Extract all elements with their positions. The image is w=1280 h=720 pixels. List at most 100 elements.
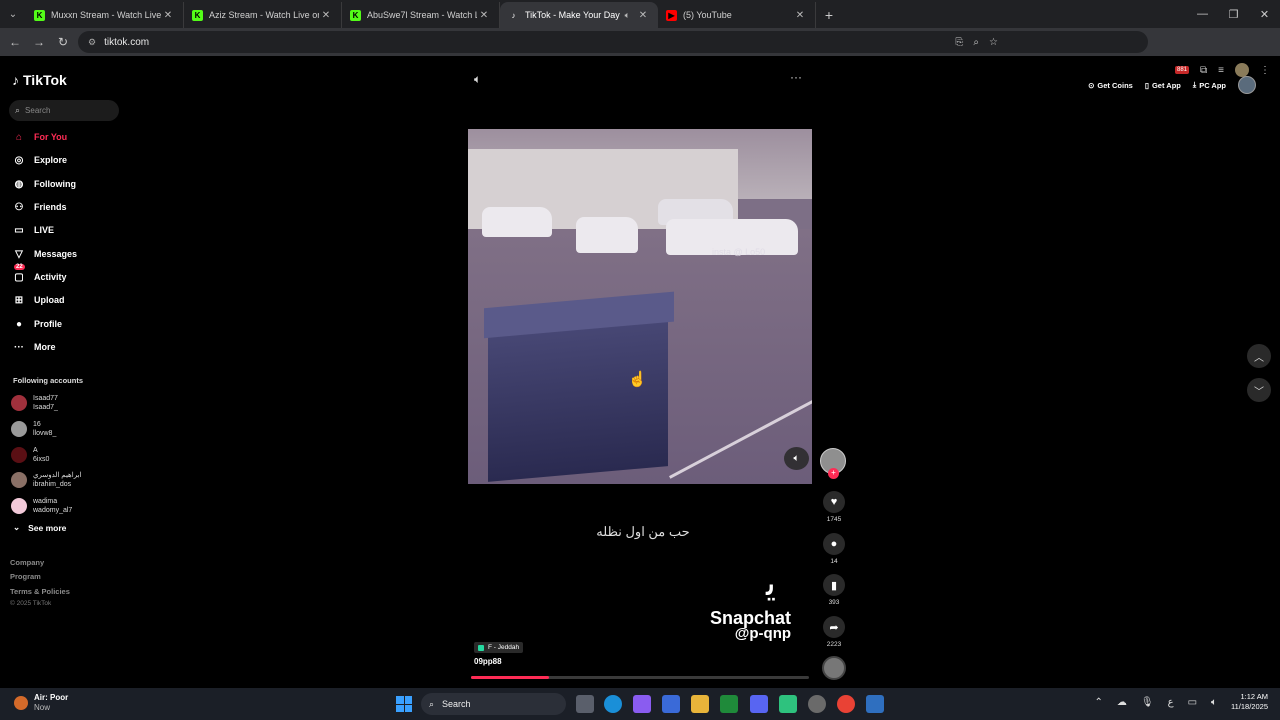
minimize-icon[interactable]: —	[1187, 0, 1218, 28]
close-tab-icon[interactable]: ✕	[793, 10, 807, 21]
footer-link[interactable]: Terms & Policies	[10, 587, 70, 596]
video-car	[482, 207, 552, 237]
copilot-icon[interactable]	[633, 695, 651, 713]
footer-link[interactable]: Program	[10, 572, 41, 581]
close-tab-icon[interactable]: ✕	[477, 10, 491, 21]
task-view-icon[interactable]	[576, 695, 594, 713]
browser-tab[interactable]: K Aziz Stream - Watch Live on Ki✕	[184, 2, 342, 28]
see-more-button[interactable]: ⌄ See more	[13, 522, 66, 533]
video-player[interactable]: insta @ Lo50	[468, 129, 812, 484]
sidebar-item-live[interactable]: ▭ LIVE	[11, 221, 54, 239]
weather-widget[interactable]: Air: Poor Now	[14, 693, 68, 713]
sidebar-item-messages[interactable]: ▽ Messages	[11, 245, 77, 263]
tiktok-note-icon: ♪	[12, 72, 19, 88]
forward-icon[interactable]: →	[27, 30, 51, 54]
zoom-icon[interactable]: ⌕	[973, 37, 979, 48]
tiktok-logo[interactable]: ♪ TikTok	[12, 72, 67, 88]
share-button[interactable]: ➦ 2223	[822, 616, 846, 648]
sidebar-item-activity[interactable]: ▢ 22 Activity	[11, 264, 67, 286]
restore-icon[interactable]: ❐	[1218, 0, 1249, 28]
app-icon[interactable]	[808, 695, 826, 713]
taskbar-search[interactable]: ⌕ Search	[421, 693, 566, 715]
header-link-get-coins[interactable]: ⊙ Get Coins	[1088, 80, 1133, 90]
save-button[interactable]: ▮ 393	[822, 574, 846, 606]
chrome-icon[interactable]	[837, 695, 855, 713]
cloud-icon[interactable]: ☁	[1117, 697, 1127, 708]
next-video-button[interactable]: ﹀	[1247, 378, 1271, 402]
store-icon[interactable]	[662, 695, 680, 713]
security-icon[interactable]	[866, 695, 884, 713]
close-tab-icon[interactable]: ✕	[319, 10, 333, 21]
more-icon: ···	[11, 340, 27, 354]
new-tab-button[interactable]: +	[816, 2, 842, 28]
file-explorer-icon[interactable]	[691, 695, 709, 713]
account-names: Isaad77 Isaad7_	[33, 394, 58, 412]
sidebar-item-label: More	[34, 342, 56, 352]
follow-plus-icon[interactable]: +	[828, 468, 839, 479]
search-input[interactable]: ⌕ Search	[9, 100, 119, 121]
video-progress-bar[interactable]	[471, 676, 809, 679]
app-icon[interactable]	[779, 695, 797, 713]
account-handle: llovw8_	[33, 430, 57, 437]
sidebar-item-more[interactable]: ··· More	[11, 338, 56, 356]
comment-button[interactable]: ● 14	[822, 533, 846, 565]
volume-icon[interactable]: 🔈︎	[474, 72, 481, 87]
extension-badge[interactable]: 881	[1175, 66, 1190, 74]
xbox-icon[interactable]	[720, 695, 738, 713]
language-icon[interactable]: ع	[1168, 697, 1174, 708]
sidebar-item-following[interactable]: ◍ Following	[11, 175, 76, 193]
header-link-get-app[interactable]: ▯ Get App	[1145, 80, 1181, 90]
edge-icon[interactable]	[604, 695, 622, 713]
tab-audio-icon[interactable]: 🔈︎	[625, 10, 630, 21]
following-account[interactable]: 16 llovw8_	[11, 420, 56, 438]
header-link-pc-app[interactable]: ⤓ PC App	[1193, 80, 1226, 90]
media-control-icon[interactable]: ≡	[1218, 65, 1224, 76]
chevron-up-icon[interactable]: ⌃	[1095, 697, 1103, 708]
avatar	[11, 421, 27, 437]
like-button[interactable]: ♥ 1745	[822, 491, 846, 523]
close-tab-icon[interactable]: ✕	[161, 10, 175, 21]
browser-tab[interactable]: ♪ TikTok - Make Your Day 🔈︎ ✕	[500, 2, 658, 28]
browser-tab[interactable]: ▶ (5) YouTube ✕	[658, 2, 816, 28]
sidebar-item-friends[interactable]: ⚇ Friends	[11, 198, 67, 216]
location-text: F - Jeddah	[488, 644, 520, 651]
reload-icon[interactable]: ↻	[51, 30, 75, 54]
sidebar-item-for-you[interactable]: ⌂ For You	[11, 128, 67, 146]
previous-video-button[interactable]: ︿	[1247, 344, 1271, 368]
footer-link[interactable]: Company	[10, 558, 44, 567]
network-icon[interactable]: ▭	[1188, 697, 1197, 708]
back-icon[interactable]: ←	[3, 30, 27, 54]
sidebar-item-upload[interactable]: ⊞ Upload	[11, 291, 65, 309]
following-account[interactable]: ابراهيم الدوسري ibrahim_dos	[11, 471, 81, 489]
speaker-icon[interactable]: 🔈︎	[1211, 697, 1217, 708]
location-tag[interactable]: F - Jeddah	[474, 642, 524, 653]
friends-icon: ⚇	[11, 200, 27, 214]
kick-icon: K	[34, 9, 45, 21]
clock[interactable]: 1:12 AM 11/18/2025	[1231, 692, 1268, 712]
browser-menu-icon[interactable]: ⋮	[1260, 65, 1270, 76]
sound-disc[interactable]	[822, 656, 846, 680]
sidebar-item-profile[interactable]: ● Profile	[11, 315, 62, 333]
more-options-icon[interactable]: ···	[790, 70, 802, 84]
puzzle-icon[interactable]: ⧉	[1200, 65, 1207, 76]
user-avatar[interactable]	[1238, 76, 1256, 94]
url-field[interactable]: ⚙ tiktok.com ⎘ ⌕ ☆	[78, 31, 1148, 53]
tab-search-icon[interactable]: ⌄	[0, 0, 26, 28]
site-info-icon[interactable]: ⚙	[88, 37, 96, 48]
microphone-icon[interactable]: 🎙︎	[1141, 697, 1154, 708]
video-volume-icon[interactable]: 🔈︎	[784, 447, 809, 470]
start-button[interactable]	[396, 696, 412, 712]
install-icon[interactable]: ⎘	[955, 37, 963, 48]
close-window-icon[interactable]: ✕	[1249, 0, 1280, 28]
following-account[interactable]: A 6ixs0	[11, 446, 49, 464]
following-account[interactable]: Isaad77 Isaad7_	[11, 394, 58, 412]
bookmark-star-icon[interactable]: ☆	[989, 37, 998, 48]
discord-icon[interactable]	[750, 695, 768, 713]
author-name[interactable]: 09pp88	[474, 657, 502, 666]
browser-tab[interactable]: K AbuSwe7l Stream - Watch Live✕	[342, 2, 500, 28]
close-tab-icon[interactable]: ✕	[636, 10, 650, 21]
following-account[interactable]: wadima wadomy_al7	[11, 497, 72, 515]
profile-avatar[interactable]	[1235, 63, 1249, 77]
sidebar-item-explore[interactable]: ◎ Explore	[11, 151, 67, 169]
browser-tab[interactable]: K Muxxn Stream - Watch Live on✕	[26, 2, 184, 28]
